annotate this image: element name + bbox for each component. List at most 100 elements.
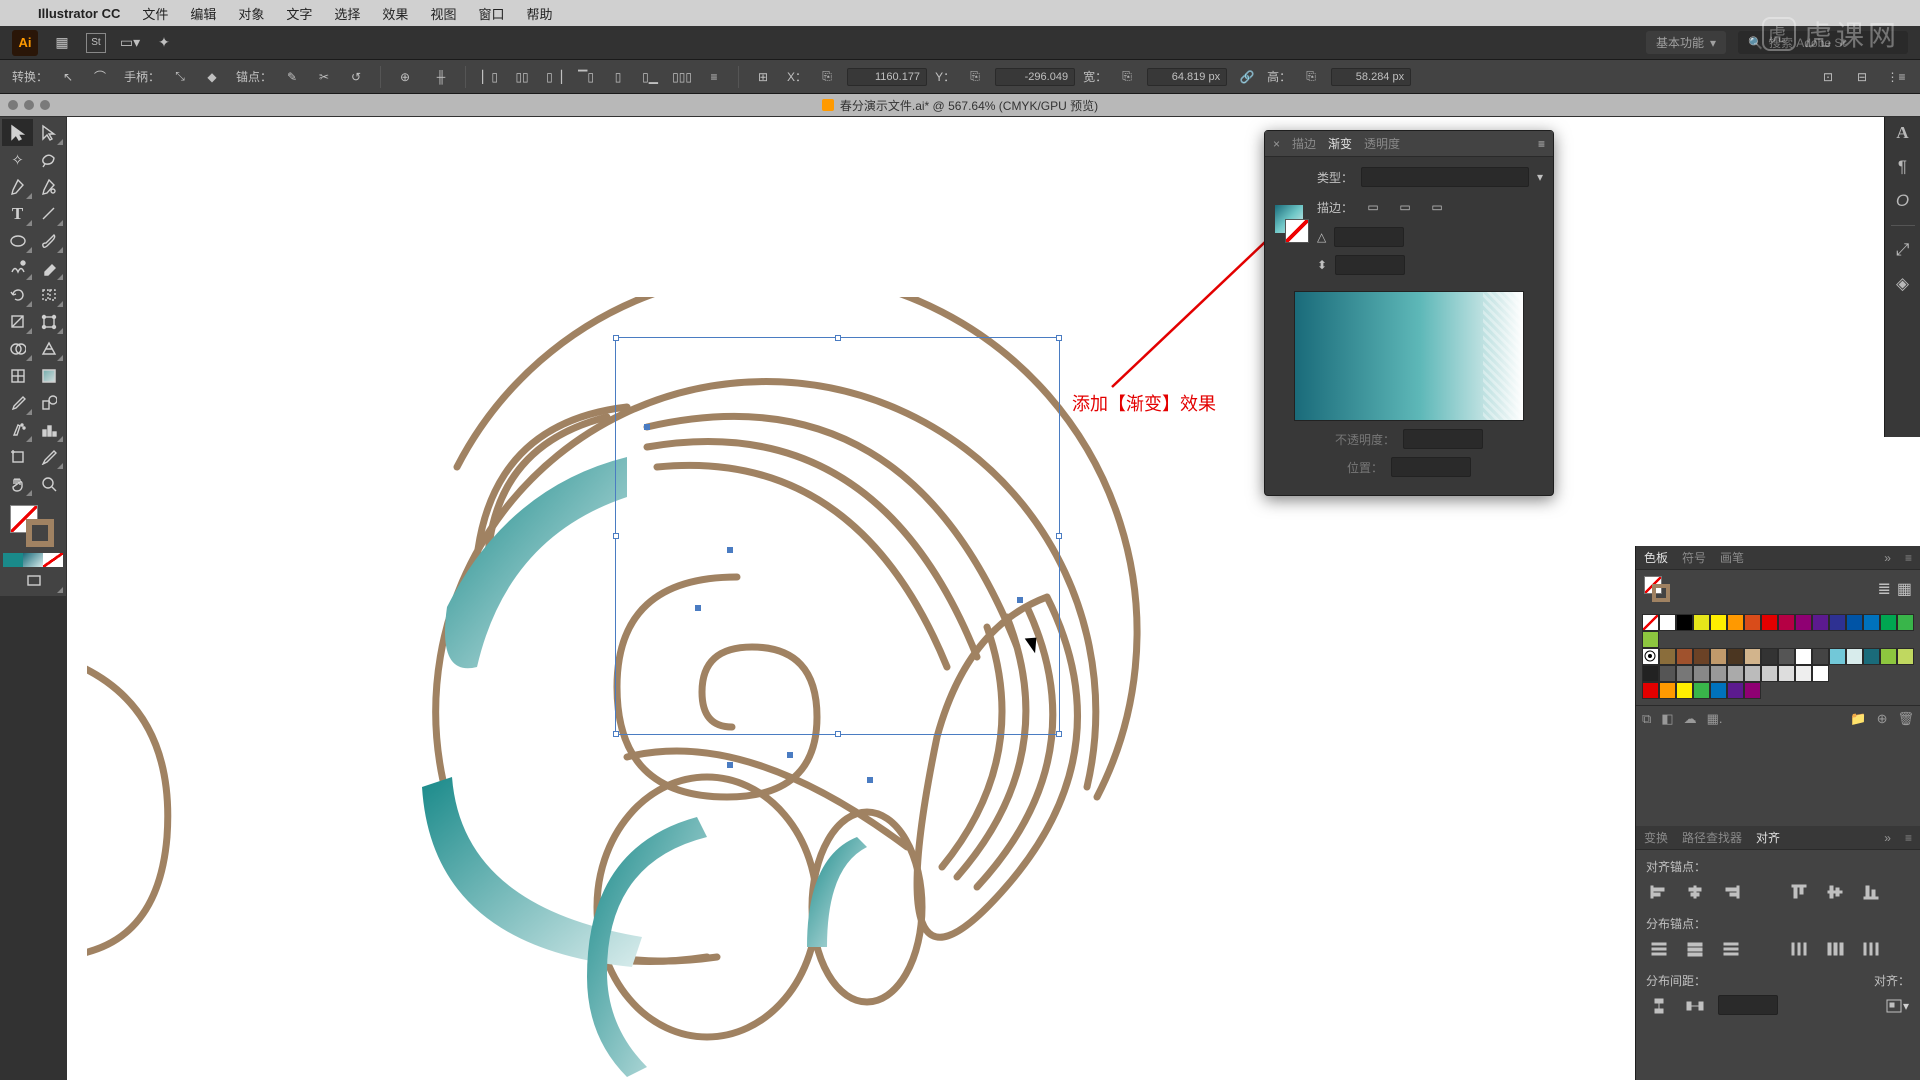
isolate-icon[interactable]: ⊕ [393,65,417,89]
swatches-panel[interactable]: 色板 符号 画笔 » ≡ ≣ ▦ ⧉ ◧ ☁ ▦. 📁 ⊕ 🗑 [1635,546,1920,826]
tab-symbols[interactable]: 符号 [1682,549,1706,566]
align-collapse-icon[interactable]: » [1884,831,1891,845]
reference-point-icon[interactable]: ⊞ [751,65,775,89]
slice-tool[interactable] [33,443,64,470]
opentype-panel-icon[interactable]: O [1896,191,1909,211]
type-tool[interactable]: T [2,200,33,227]
swatch-grid[interactable] [1636,608,1920,705]
swatch[interactable] [1829,614,1846,631]
swatch[interactable] [1727,682,1744,699]
artboard-tool[interactable] [2,443,33,470]
selection-tool[interactable] [2,119,33,146]
gradient-angle-field[interactable] [1334,227,1404,247]
arrange-icon[interactable]: ▭▾ [120,33,140,53]
swatch[interactable] [1778,648,1795,665]
color-swatch-none[interactable] [43,553,63,567]
swatch[interactable] [1778,614,1795,631]
app-name[interactable]: Illustrator CC [38,6,120,21]
connect-path-icon[interactable]: ↺ [344,65,368,89]
eyedropper-tool[interactable] [2,389,33,416]
ellipse-tool[interactable] [2,227,33,254]
align-hcenter-icon[interactable]: ▯▯ [510,65,534,89]
swatch-grid-view-icon[interactable]: ▦ [1897,579,1912,599]
swatch[interactable] [1795,614,1812,631]
swatch[interactable] [1812,648,1829,665]
swatch-new-icon[interactable]: ⊕ [1877,711,1888,727]
x-coord-field[interactable]: 1160.177 [847,68,927,86]
bridge-icon[interactable]: ▦ [52,33,72,53]
swatch[interactable] [1710,614,1727,631]
align-hcenter-btn[interactable] [1682,881,1708,903]
gradient-tool[interactable] [33,362,64,389]
color-swatch-gradient[interactable] [23,553,43,567]
paintbrush-tool[interactable] [33,227,64,254]
swatch[interactable] [1659,614,1676,631]
panel-tab-stroke[interactable]: 描边 [1292,135,1316,152]
swatch[interactable] [1659,682,1676,699]
cut-path-icon[interactable]: ✂ [312,65,336,89]
swatch-fillstroke-mini[interactable] [1644,576,1670,602]
swatch[interactable] [1880,648,1897,665]
swatch[interactable] [1727,665,1744,682]
pixel-preview-icon[interactable]: ⊡ [1816,65,1840,89]
blend-tool[interactable] [33,389,64,416]
swatch[interactable] [1897,614,1914,631]
swatch[interactable] [1642,631,1659,648]
swatch-new-group-icon[interactable]: 📁 [1850,711,1866,727]
layers-panel-icon[interactable]: ◈ [1896,274,1909,294]
swatch[interactable] [1727,614,1744,631]
swatch[interactable] [1727,648,1744,665]
dist-hcenter-btn[interactable] [1822,938,1848,960]
dist-v-icon[interactable]: ≡ [702,65,726,89]
swatch[interactable] [1829,648,1846,665]
link-xy-icon[interactable]: ⎘ [815,65,839,89]
gradient-ramp[interactable] [1294,291,1524,421]
selection-bounding-box[interactable] [615,337,1060,735]
height-field[interactable]: 58.284 px [1331,68,1411,86]
magic-wand-tool[interactable]: ✧ [2,146,33,173]
menu-edit[interactable]: 编辑 [190,4,216,23]
align-vcenter-btn[interactable] [1822,881,1848,903]
workspace-dropdown[interactable]: 基本功能 ▾ [1646,31,1726,54]
color-swatch-solid[interactable] [3,553,23,567]
menu-help[interactable]: 帮助 [526,4,552,23]
free-transform-tool[interactable] [33,308,64,335]
swatch-colorgroup-icon[interactable]: ▦. [1707,711,1723,727]
window-traffic-lights[interactable] [8,100,50,110]
lasso-tool[interactable] [33,146,64,173]
panel-menu-icon[interactable]: ≡ [1538,137,1545,151]
swatch[interactable] [1693,648,1710,665]
perspective-tool[interactable] [33,335,64,362]
convert-anchor-icon[interactable]: ↖ [56,65,80,89]
eraser-tool[interactable] [33,254,64,281]
gradient-location-field[interactable] [1391,457,1471,477]
y-coord-field[interactable]: -296.049 [995,68,1075,86]
pen-tool[interactable] [2,173,33,200]
align-panel[interactable]: 变换 路径查找器 对齐 » ≡ 对齐锚点： 分布锚点： 分布间距： 对 [1635,826,1920,1080]
align-to-dropdown[interactable]: ▾ [1884,995,1910,1017]
dist-right-btn[interactable] [1858,938,1884,960]
swatch[interactable] [1744,682,1761,699]
document-tab[interactable]: 春分演示文件.ai* @ 567.64% (CMYK/GPU 预览) [822,97,1098,114]
swatch[interactable] [1693,665,1710,682]
align-bottom-btn[interactable] [1858,881,1884,903]
dist-top-btn[interactable] [1646,938,1672,960]
link-h-icon[interactable]: ⎘ [1299,65,1323,89]
swatch-delete-icon[interactable]: 🗑 [1897,711,1914,727]
rotate-tool[interactable] [2,281,33,308]
dist-left-btn[interactable] [1786,938,1812,960]
gpu-icon[interactable]: ✦ [154,33,174,53]
align-bottom-icon[interactable]: ▯▁ [638,65,662,89]
swatch[interactable] [1863,648,1880,665]
dist-bottom-btn[interactable] [1718,938,1744,960]
swatch[interactable] [1676,648,1693,665]
gradient-type-dropdown[interactable] [1361,167,1529,187]
options-icon[interactable]: ⋮≡ [1884,65,1908,89]
stroke-apply-along-icon[interactable]: ▭ [1393,195,1417,219]
tab-align[interactable]: 对齐 [1756,829,1780,846]
swatch[interactable] [1778,665,1795,682]
swatch[interactable] [1812,614,1829,631]
swatch[interactable] [1642,648,1659,665]
swatches-collapse-icon[interactable]: » [1884,551,1891,565]
swatch[interactable] [1744,648,1761,665]
